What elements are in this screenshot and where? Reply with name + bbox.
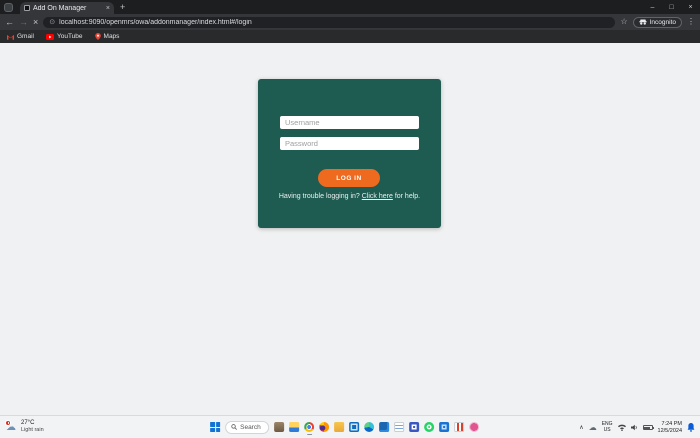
weather-icon: ☁ bbox=[5, 421, 18, 433]
start-button[interactable] bbox=[210, 422, 220, 432]
search-placeholder: Search bbox=[240, 424, 261, 431]
youtube-icon bbox=[46, 34, 54, 40]
back-icon[interactable]: ← bbox=[5, 18, 14, 27]
taskbar-search[interactable]: Search bbox=[225, 421, 269, 434]
tray-time: 7:24 PM bbox=[662, 421, 682, 428]
wifi-icon[interactable] bbox=[618, 424, 626, 431]
language-indicator[interactable]: ENG US bbox=[602, 422, 613, 433]
outlook-icon[interactable] bbox=[349, 422, 359, 432]
windows-taskbar: ☁ 27°C Light rain Search bbox=[0, 415, 700, 438]
notepad-icon[interactable] bbox=[394, 422, 404, 432]
site-info-icon[interactable]: ⊙ bbox=[49, 19, 55, 26]
incognito-badge: Incognito bbox=[633, 17, 682, 28]
help-text: Having trouble logging in? Click here fo… bbox=[258, 193, 441, 200]
minimize-button[interactable]: – bbox=[643, 0, 662, 14]
tab-favicon-icon bbox=[24, 5, 30, 11]
browser-window: Add On Manager × + – □ × ← → × ⊙ localho… bbox=[0, 0, 700, 438]
weather-widget[interactable]: ☁ 27°C Light rain bbox=[0, 420, 44, 433]
vscode-icon[interactable] bbox=[379, 422, 389, 432]
search-icon bbox=[231, 424, 237, 430]
stop-icon[interactable]: × bbox=[33, 18, 38, 27]
bookmark-maps[interactable]: Maps bbox=[95, 33, 120, 40]
browser-toolbar: ← → × ⊙ localhost:9090/openmrs/owa/addon… bbox=[0, 14, 700, 30]
tab-title: Add On Manager bbox=[33, 5, 103, 12]
file-explorer-icon[interactable] bbox=[289, 422, 299, 432]
teams-icon[interactable] bbox=[409, 422, 419, 432]
url-text: localhost:9090/openmrs/owa/addonmanager/… bbox=[59, 19, 252, 26]
forward-icon[interactable]: → bbox=[19, 18, 28, 27]
battery-icon[interactable] bbox=[643, 425, 653, 430]
maximize-button[interactable]: □ bbox=[662, 0, 681, 14]
incognito-label: Incognito bbox=[650, 19, 676, 26]
weather-condition: Light rain bbox=[21, 427, 44, 433]
bookmark-star-icon[interactable]: ☆ bbox=[620, 18, 627, 26]
login-button[interactable]: LOG IN bbox=[318, 169, 380, 187]
incognito-icon bbox=[639, 19, 647, 25]
window-controls: – □ × bbox=[643, 0, 700, 14]
downloads-folder-icon[interactable] bbox=[334, 422, 344, 432]
close-button[interactable]: × bbox=[681, 0, 700, 14]
chrome-icon[interactable] bbox=[304, 422, 314, 432]
browser-tab[interactable]: Add On Manager × bbox=[20, 2, 114, 14]
alert-badge-icon bbox=[5, 420, 11, 426]
password-input[interactable] bbox=[280, 137, 419, 150]
gmail-icon bbox=[7, 34, 14, 40]
onedrive-icon[interactable]: ☁ bbox=[589, 424, 597, 432]
photos-icon[interactable] bbox=[439, 422, 449, 432]
tray-date: 12/5/2024 bbox=[658, 428, 682, 435]
menu-dots-icon[interactable]: ⋮ bbox=[687, 18, 695, 26]
pin-app-icon[interactable] bbox=[469, 422, 479, 432]
custom-app-icon[interactable] bbox=[274, 422, 284, 432]
tab-close-icon[interactable]: × bbox=[106, 5, 110, 12]
tray-chevron-icon[interactable]: ∧ bbox=[579, 424, 583, 431]
help-suffix: for help. bbox=[393, 193, 420, 200]
help-link[interactable]: Click here bbox=[362, 193, 393, 200]
bookmark-gmail[interactable]: Gmail bbox=[7, 33, 34, 40]
bookmarks-bar: Gmail YouTube Maps bbox=[0, 30, 700, 43]
bookmark-youtube[interactable]: YouTube bbox=[46, 33, 83, 40]
notification-bell-icon[interactable] bbox=[687, 423, 695, 432]
address-bar[interactable]: ⊙ localhost:9090/openmrs/owa/addonmanage… bbox=[43, 17, 615, 28]
whatsapp-icon[interactable] bbox=[424, 422, 434, 432]
weather-temp: 27°C bbox=[21, 420, 44, 427]
clock-widget[interactable]: 7:24 PM 12/5/2024 bbox=[658, 421, 682, 434]
browser-titlebar: Add On Manager × + – □ × bbox=[0, 0, 700, 14]
login-card: LOG IN Having trouble logging in? Click … bbox=[258, 79, 441, 228]
taskbar-center: Search bbox=[210, 421, 479, 434]
new-tab-button[interactable]: + bbox=[120, 3, 125, 12]
username-input[interactable] bbox=[280, 116, 419, 129]
page-content: LOG IN Having trouble logging in? Click … bbox=[0, 43, 700, 415]
volume-icon[interactable] bbox=[631, 424, 638, 431]
edge-icon[interactable] bbox=[364, 422, 374, 432]
firefox-icon[interactable] bbox=[319, 422, 329, 432]
maps-pin-icon bbox=[95, 33, 101, 40]
media-player-icon[interactable] bbox=[454, 422, 464, 432]
system-tray: ∧ ☁ ENG US 7:24 PM 12/5/2024 bbox=[579, 416, 700, 438]
tab-search-button[interactable] bbox=[4, 3, 13, 12]
help-prefix: Having trouble logging in? bbox=[279, 193, 362, 200]
weather-text: 27°C Light rain bbox=[21, 420, 44, 433]
